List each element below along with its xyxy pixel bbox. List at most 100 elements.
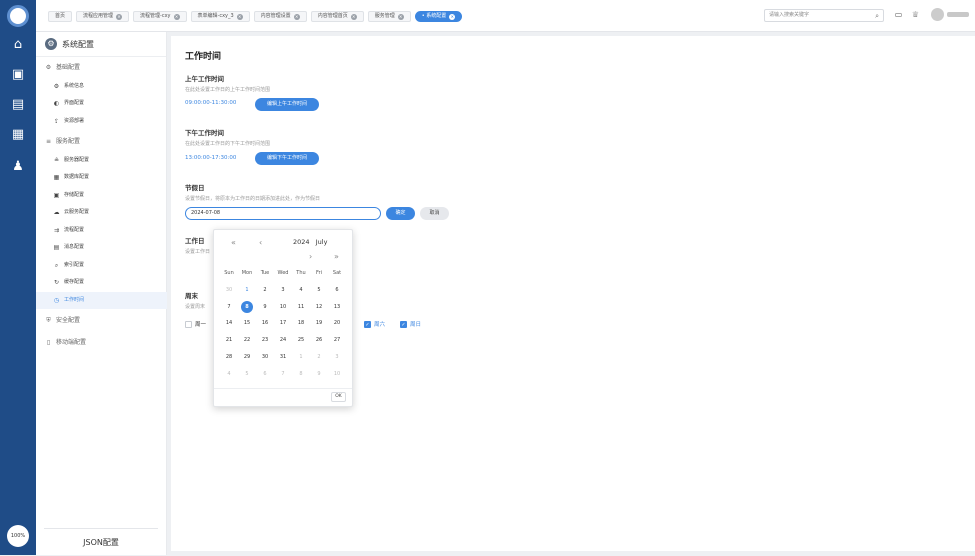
- calendar-day[interactable]: 5: [313, 284, 325, 296]
- calendar-day[interactable]: 8: [241, 300, 253, 313]
- tab-content-home[interactable]: 内容管理首页 ✕: [310, 11, 364, 22]
- calendar-day[interactable]: 20: [331, 317, 343, 329]
- calendar-day[interactable]: 3: [331, 351, 343, 363]
- calendar-day[interactable]: 30: [259, 351, 271, 363]
- calendar-day[interactable]: 7: [277, 368, 289, 380]
- user-settings-icon[interactable]: ♟: [10, 160, 26, 174]
- calendar-day[interactable]: 31: [277, 351, 289, 363]
- checkbox-sunday[interactable]: ✓ 周日: [400, 320, 421, 328]
- calendar-day[interactable]: 17: [277, 317, 289, 329]
- checkbox-saturday[interactable]: ✓ 周六: [364, 320, 385, 328]
- sidebar-group-service[interactable]: ≡ 服务配置: [36, 133, 167, 150]
- sidebar-item-index[interactable]: ⌕ 索引配置: [36, 257, 167, 274]
- edit-pm-button[interactable]: 编辑下午工作时间: [255, 152, 319, 165]
- calendar-day[interactable]: 11: [295, 301, 307, 313]
- sidebar-item-ui-config[interactable]: ◐ 界面配置: [36, 95, 167, 112]
- calendar-day[interactable]: 13: [331, 301, 343, 313]
- sidebar-item-server[interactable]: ≗ 服务器配置: [36, 152, 167, 169]
- sidebar-item-cloud[interactable]: ☁ 云服务配置: [36, 204, 167, 221]
- skin-icon[interactable]: ♕: [911, 10, 920, 19]
- tab-content-settings[interactable]: 内容管理设置 ✕: [253, 11, 307, 22]
- home-icon[interactable]: ⌂: [10, 38, 26, 52]
- prev-year-icon[interactable]: «: [231, 238, 236, 247]
- monitor-user-icon[interactable]: ▣: [10, 68, 26, 82]
- calendar-day[interactable]: 22: [241, 334, 253, 346]
- calendar-day[interactable]: 1: [241, 284, 253, 296]
- calendar-day[interactable]: 3: [277, 284, 289, 296]
- close-icon[interactable]: ✕: [293, 13, 300, 20]
- calendar-day[interactable]: 6: [331, 284, 343, 296]
- calendar-day[interactable]: 14: [223, 317, 235, 329]
- close-icon[interactable]: ✕: [236, 13, 243, 20]
- tab-home[interactable]: 首页: [48, 11, 73, 22]
- edit-am-button[interactable]: 编辑上午工作时间: [255, 98, 319, 111]
- calendar-day[interactable]: 2: [259, 284, 271, 296]
- calendar-day[interactable]: 19: [313, 317, 325, 329]
- ok-button[interactable]: OK: [331, 392, 346, 402]
- tab-system-config[interactable]: • 系统配置 ✕: [414, 11, 463, 22]
- calendar-day[interactable]: 15: [241, 317, 253, 329]
- sidebar-group-security[interactable]: ⛨ 安全配置: [36, 312, 167, 329]
- sidebar-item-system-info[interactable]: ⚙ 系统信息: [36, 78, 167, 95]
- sidebar-group-basic[interactable]: ⚙ 基础配置: [36, 59, 167, 76]
- sidebar-item-resource-deploy[interactable]: ⇪ 资源部署: [36, 113, 167, 130]
- calendar-day[interactable]: 8: [295, 368, 307, 380]
- calendar-day[interactable]: 5: [241, 368, 253, 380]
- tab-process-mgmt[interactable]: 流程管理-cxy ✕: [133, 11, 187, 22]
- calendar-day[interactable]: 10: [331, 368, 343, 380]
- next-year-icon[interactable]: »: [334, 252, 339, 261]
- tab-service-mgmt[interactable]: 服务管理 ✕: [367, 11, 411, 22]
- close-icon[interactable]: ✕: [173, 13, 180, 20]
- calendar-day[interactable]: 18: [295, 317, 307, 329]
- prev-month-icon[interactable]: ‹: [259, 238, 262, 247]
- close-icon[interactable]: ✕: [397, 13, 404, 20]
- checkbox-box[interactable]: [185, 320, 192, 328]
- calendar-day[interactable]: 30: [223, 284, 235, 296]
- close-icon[interactable]: ✕: [116, 13, 123, 20]
- calendar-day[interactable]: 25: [295, 334, 307, 346]
- tab-form-edit[interactable]: 表单编辑-cxy_3 ✕: [190, 11, 250, 22]
- calendar-day[interactable]: 21: [223, 334, 235, 346]
- calendar-day[interactable]: 1: [295, 351, 307, 363]
- next-month-icon[interactable]: ›: [309, 252, 312, 261]
- calendar-day[interactable]: 9: [313, 368, 325, 380]
- user-name[interactable]: [947, 12, 969, 17]
- calendar-day[interactable]: 2: [313, 351, 325, 363]
- check-icon[interactable]: ✓: [400, 320, 407, 328]
- cancel-button[interactable]: 取消: [420, 207, 449, 220]
- sidebar-item-work-time[interactable]: ◷ 工作时间: [36, 292, 167, 309]
- calendar-day[interactable]: 29: [241, 351, 253, 363]
- calendar-day[interactable]: 4: [223, 368, 235, 380]
- calendar-day[interactable]: 9: [259, 301, 271, 313]
- json-config-link[interactable]: JSON配置: [44, 528, 158, 555]
- sidebar-item-cache[interactable]: ↻ 缓存配置: [36, 274, 167, 291]
- check-icon[interactable]: ✓: [364, 320, 371, 328]
- close-icon[interactable]: ✕: [449, 13, 456, 20]
- confirm-button[interactable]: 确定: [386, 207, 415, 220]
- calendar-month[interactable]: July: [316, 238, 328, 246]
- checkbox-monday[interactable]: 周一: [185, 320, 206, 328]
- calendar-day[interactable]: 4: [295, 284, 307, 296]
- calendar-day[interactable]: 12: [313, 301, 325, 313]
- close-icon[interactable]: ✕: [350, 13, 357, 20]
- tab-process-app[interactable]: 流程应用管理 ✕: [76, 11, 130, 22]
- sidebar-item-database[interactable]: ▦ 数据库配置: [36, 169, 167, 186]
- calendar-year[interactable]: 2024: [293, 238, 310, 246]
- calendar-day[interactable]: 6: [259, 368, 271, 380]
- sidebar-item-message[interactable]: ▤ 消息配置: [36, 239, 167, 256]
- calendar-day[interactable]: 27: [331, 334, 343, 346]
- sidebar-group-mobile[interactable]: ▯ 移动端配置: [36, 334, 167, 351]
- calendar-day[interactable]: 16: [259, 317, 271, 329]
- calendar-day[interactable]: 24: [277, 334, 289, 346]
- grid-icon[interactable]: ▤: [10, 98, 26, 112]
- holiday-date-input[interactable]: 2024-07-08: [185, 207, 381, 220]
- search-icon[interactable]: ⌕: [875, 11, 879, 22]
- calendar-icon[interactable]: ▦: [10, 128, 26, 142]
- search-input[interactable]: 请输入搜索关键字 ⌕: [764, 9, 884, 22]
- sidebar-item-storage[interactable]: ▣ 存储配置: [36, 187, 167, 204]
- calendar-day[interactable]: 10: [277, 301, 289, 313]
- calendar-day[interactable]: 26: [313, 334, 325, 346]
- zoom-indicator[interactable]: 100%: [7, 525, 29, 547]
- calendar-day[interactable]: 23: [259, 334, 271, 346]
- sidebar-item-process[interactable]: ⇉ 流程配置: [36, 222, 167, 239]
